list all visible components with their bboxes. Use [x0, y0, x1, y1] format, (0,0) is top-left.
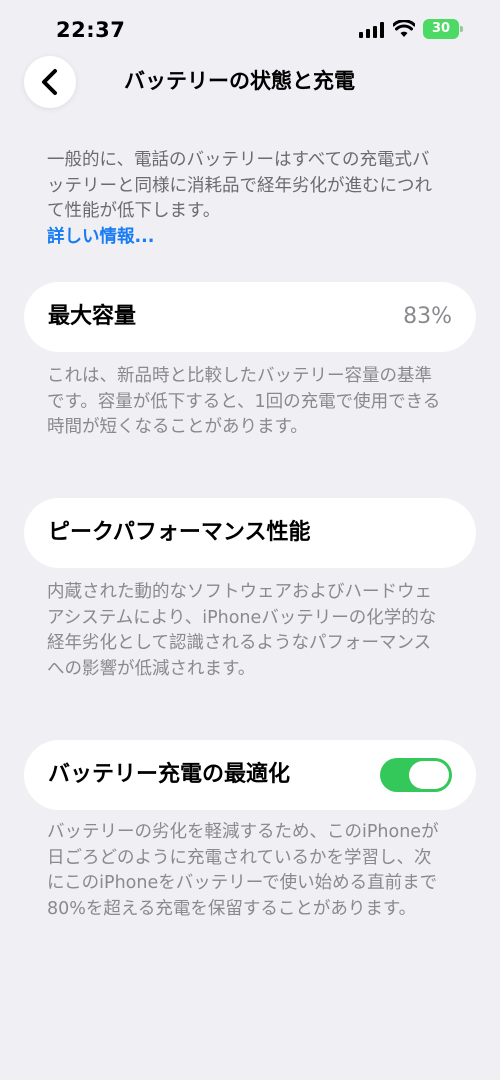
optimized-charging-description: バッテリーの劣化を軽減するため、このiPhoneが日ごろどのように充電されている…: [47, 822, 439, 919]
page-title: バッテリーの状態と充電: [124, 69, 355, 93]
max-capacity-row: 最大容量 83%: [24, 282, 476, 352]
status-time: 22:37: [56, 18, 126, 42]
battery-icon: 30: [423, 19, 463, 39]
intro-text: 一般的に、電話のバッテリーはすべての充電式バッテリーと同様に消耗品で経年劣化が進…: [47, 148, 447, 250]
intro-description: 一般的に、電話のバッテリーはすべての充電式バッテリーと同様に消耗品で経年劣化が進…: [47, 150, 432, 221]
optimized-charging-label: バッテリー充電の最適化: [48, 762, 291, 787]
peak-performance-label: ピークパフォーマンス性能: [48, 520, 311, 545]
peak-performance-description: 内蔵された動的なソフトウェアおよびハードウェアシステムにより、iPhoneバッテ…: [47, 582, 437, 679]
status-bar: 22:37 30: [0, 0, 500, 60]
max-capacity-label: 最大容量: [48, 304, 137, 329]
optimized-charging-row: バッテリー充電の最適化: [24, 740, 476, 810]
battery-level: 30: [423, 19, 459, 39]
max-capacity-description: これは、新品時と比較したバッテリー容量の基準です。容量が低下すると、1回の充電で…: [47, 366, 441, 437]
wifi-icon: [393, 20, 415, 37]
learn-more-link[interactable]: 詳しい情報...: [47, 225, 447, 251]
back-button[interactable]: [24, 56, 76, 108]
cellular-signal-icon: [359, 22, 385, 38]
optimized-charging-toggle[interactable]: [380, 758, 452, 792]
peak-performance-row: ピークパフォーマンス性能: [24, 498, 476, 568]
chevron-left-icon: [42, 69, 57, 95]
max-capacity-value: 83%: [403, 304, 452, 329]
toggle-knob: [409, 761, 449, 789]
battery-health-screen: 22:37 30 バッテリーの状態と充電 一般的に、電話のバッテリーはすべての充…: [0, 0, 500, 1080]
